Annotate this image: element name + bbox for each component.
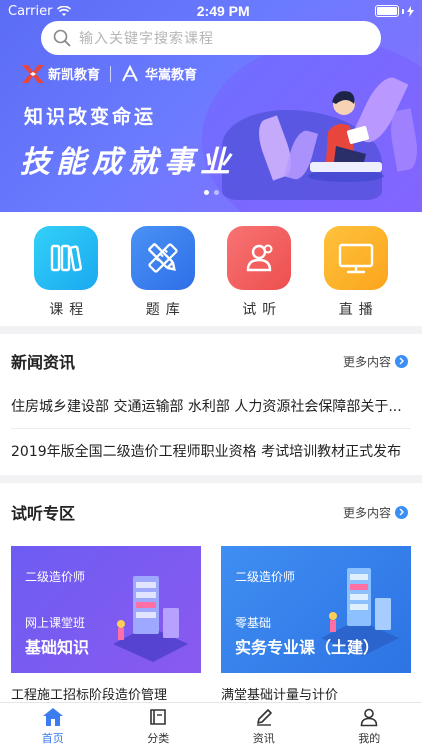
banner-slogan-primary: 知识改变命运 <box>24 106 157 128</box>
category-question-bank[interactable]: 题库 <box>128 226 198 319</box>
wifi-icon <box>57 5 72 16</box>
trial-section-title: 试听专区 <box>11 504 76 523</box>
card-tag: 零基础 <box>235 616 272 630</box>
search-icon <box>53 29 71 47</box>
category-trial[interactable]: 试听 <box>224 226 294 319</box>
category-label: 课程 <box>49 302 90 318</box>
trial-card-title[interactable]: 工程施工招标阶段造价管理 <box>11 684 167 703</box>
category-label: 题库 <box>145 302 186 318</box>
tab-home[interactable]: 首页 <box>0 703 106 750</box>
search-placeholder: 输入关键字搜索课程 <box>79 31 214 47</box>
home-icon <box>42 708 63 726</box>
app-screen: Carrier 2:49 PM 输入关键字搜索课程 新凯教育 华嵩教育 知识改变… <box>0 0 422 750</box>
news-section-title: 新闻资讯 <box>11 353 76 372</box>
search-input[interactable]: 输入关键字搜索课程 <box>41 21 381 55</box>
category-label: 直播 <box>338 302 379 318</box>
category-course[interactable]: 课程 <box>31 226 101 319</box>
brand-logos: 新凯教育 华嵩教育 <box>22 64 197 83</box>
trial-more-link[interactable]: 更多内容 <box>343 504 408 521</box>
huasong-logo-icon <box>122 64 138 81</box>
tab-profile[interactable]: 我的 <box>317 703 422 750</box>
status-left: Carrier <box>8 3 72 19</box>
section-divider <box>0 326 422 334</box>
category-label: 试听 <box>242 302 283 318</box>
card-tag: 网上课堂班 <box>25 616 86 630</box>
trial-course-card[interactable]: 二级造价师 网上课堂班 基础知识 <box>11 546 201 673</box>
status-time: 2:49 PM <box>196 3 250 19</box>
tab-label: 分类 <box>147 732 170 745</box>
category-grid: 课程 题库 试听 直播 <box>0 226 422 319</box>
chevron-right-icon <box>395 354 408 368</box>
chevron-right-icon <box>395 505 408 519</box>
category-live[interactable]: 直播 <box>321 226 391 319</box>
trial-section-header: 试听专区 更多内容 <box>11 500 408 524</box>
more-link-label: 更多内容 <box>342 505 391 520</box>
reading-person-illustration <box>308 91 384 182</box>
carousel-indicator <box>0 190 422 195</box>
tab-label: 我的 <box>358 732 381 745</box>
news-section-header: 新闻资讯 更多内容 <box>11 349 408 373</box>
trial-card-title[interactable]: 满堂基础计量与计价 <box>221 684 338 703</box>
tab-category[interactable]: 分类 <box>106 703 212 750</box>
banner-slogan-secondary: 技能成就事业 <box>20 145 236 180</box>
pencil-ruler-icon <box>130 226 195 290</box>
profile-icon <box>360 708 378 727</box>
hero-banner[interactable]: Carrier 2:49 PM 输入关键字搜索课程 新凯教育 华嵩教育 知识改变… <box>0 0 422 212</box>
book-icon <box>150 709 167 725</box>
xinkai-logo-icon <box>22 64 44 83</box>
users-icon <box>227 226 292 290</box>
news-item[interactable]: 住房城乡建设部 交通运输部 水利部 人力资源社会保障部关于... <box>11 396 411 416</box>
brand-divider <box>110 65 112 82</box>
news-more-link[interactable]: 更多内容 <box>343 353 408 370</box>
carrier-label: Carrier <box>8 3 53 19</box>
brand-name-1: 新凯教育 <box>48 68 101 83</box>
trial-course-card[interactable]: 二级造价师 零基础 实务专业课（土建） <box>221 546 411 673</box>
carousel-dot[interactable] <box>213 190 219 195</box>
card-subtitle: 二级造价师 <box>25 570 86 584</box>
section-divider <box>0 475 422 483</box>
brand-name-2: 华嵩教育 <box>145 68 198 83</box>
news-divider <box>11 428 411 429</box>
more-link-label: 更多内容 <box>342 354 391 369</box>
news-item[interactable]: 2019年版全国二级造价工程师职业资格 考试培训教材正式发布 <box>11 441 411 461</box>
card-headline: 实务专业课（土建） <box>235 638 380 657</box>
tab-label: 资讯 <box>252 732 275 745</box>
battery-icon <box>374 5 414 17</box>
status-bar: Carrier 2:49 PM <box>0 0 422 22</box>
edit-icon <box>256 709 272 726</box>
tab-label: 首页 <box>41 732 64 745</box>
card-headline: 基础知识 <box>25 638 90 657</box>
server-illustration <box>113 576 188 662</box>
books-icon <box>34 226 99 290</box>
carousel-dot-active[interactable] <box>203 190 209 195</box>
charging-bolt-icon <box>406 5 414 17</box>
tab-news[interactable]: 资讯 <box>211 703 317 750</box>
card-subtitle: 二级造价师 <box>235 570 296 584</box>
monitor-icon <box>323 226 388 290</box>
bottom-tab-bar: 首页 分类 资讯 我的 <box>0 702 422 750</box>
